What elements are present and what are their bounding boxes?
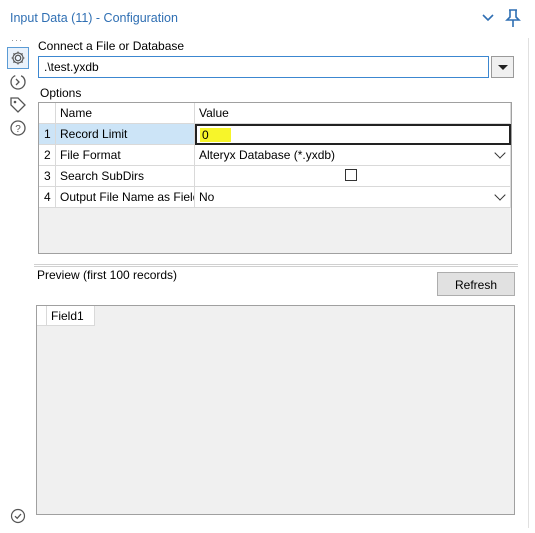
preview-grid: Field1 — [36, 305, 515, 515]
file-format-select[interactable]: Alteryx Database (*.yxdb) — [195, 145, 511, 166]
file-path-input[interactable]: .\test.yxdb — [38, 56, 489, 78]
row-name: Output File Name as Field — [56, 187, 195, 208]
record-limit-input[interactable]: 0 — [195, 124, 511, 145]
table-row[interactable]: 3 Search SubDirs — [39, 166, 511, 187]
window-title: Input Data (11) - Configuration — [10, 11, 178, 25]
table-row[interactable]: 2 File Format Alteryx Database (*.yxdb) — [39, 145, 511, 166]
header-name: Name — [56, 103, 195, 124]
pin-icon[interactable] — [504, 8, 522, 28]
table-row[interactable]: 4 Output File Name as Field No — [39, 187, 511, 208]
header-rownum — [39, 103, 56, 124]
preview-column-header[interactable]: Field1 — [47, 306, 95, 326]
row-name: Record Limit — [56, 124, 195, 145]
panel-border — [528, 38, 529, 528]
table-row[interactable]: 1 Record Limit 0 — [39, 124, 511, 145]
search-subdirs-checkbox[interactable] — [345, 169, 357, 181]
file-dropdown-button[interactable] — [491, 56, 514, 78]
search-subdirs-cell — [195, 166, 511, 187]
record-limit-value: 0 — [200, 128, 231, 142]
options-label: Options — [40, 86, 82, 100]
output-filename-value: No — [199, 190, 215, 204]
chevron-down-icon — [494, 189, 506, 201]
row-number: 2 — [39, 145, 56, 166]
refresh-button[interactable]: Refresh — [437, 272, 515, 296]
gear-icon[interactable] — [7, 47, 29, 69]
row-number: 4 — [39, 187, 56, 208]
preview-label: Preview (first 100 records) — [37, 268, 178, 282]
preview-rownum-header — [37, 306, 47, 326]
svg-text:?: ? — [15, 124, 21, 135]
row-name: Search SubDirs — [56, 166, 195, 187]
chevron-down-icon[interactable] — [480, 10, 496, 26]
file-format-value: Alteryx Database (*.yxdb) — [199, 148, 336, 162]
row-name: File Format — [56, 145, 195, 166]
help-icon[interactable]: ? — [8, 118, 28, 138]
output-filename-select[interactable]: No — [195, 187, 511, 208]
row-number: 1 — [39, 124, 56, 145]
header-value: Value — [195, 103, 511, 124]
chevron-down-icon — [494, 147, 506, 159]
more-indicator: ··· — [11, 35, 23, 45]
check-circle-icon — [10, 508, 26, 524]
row-number: 3 — [39, 166, 56, 187]
panel-splitter[interactable] — [34, 264, 518, 267]
grid-header-row: Name Value — [39, 103, 511, 124]
connection-icon[interactable] — [8, 72, 28, 92]
tag-icon[interactable] — [8, 95, 28, 115]
options-grid: Name Value 1 Record Limit 0 2 File Forma… — [38, 102, 512, 254]
connect-label: Connect a File or Database — [38, 39, 185, 53]
